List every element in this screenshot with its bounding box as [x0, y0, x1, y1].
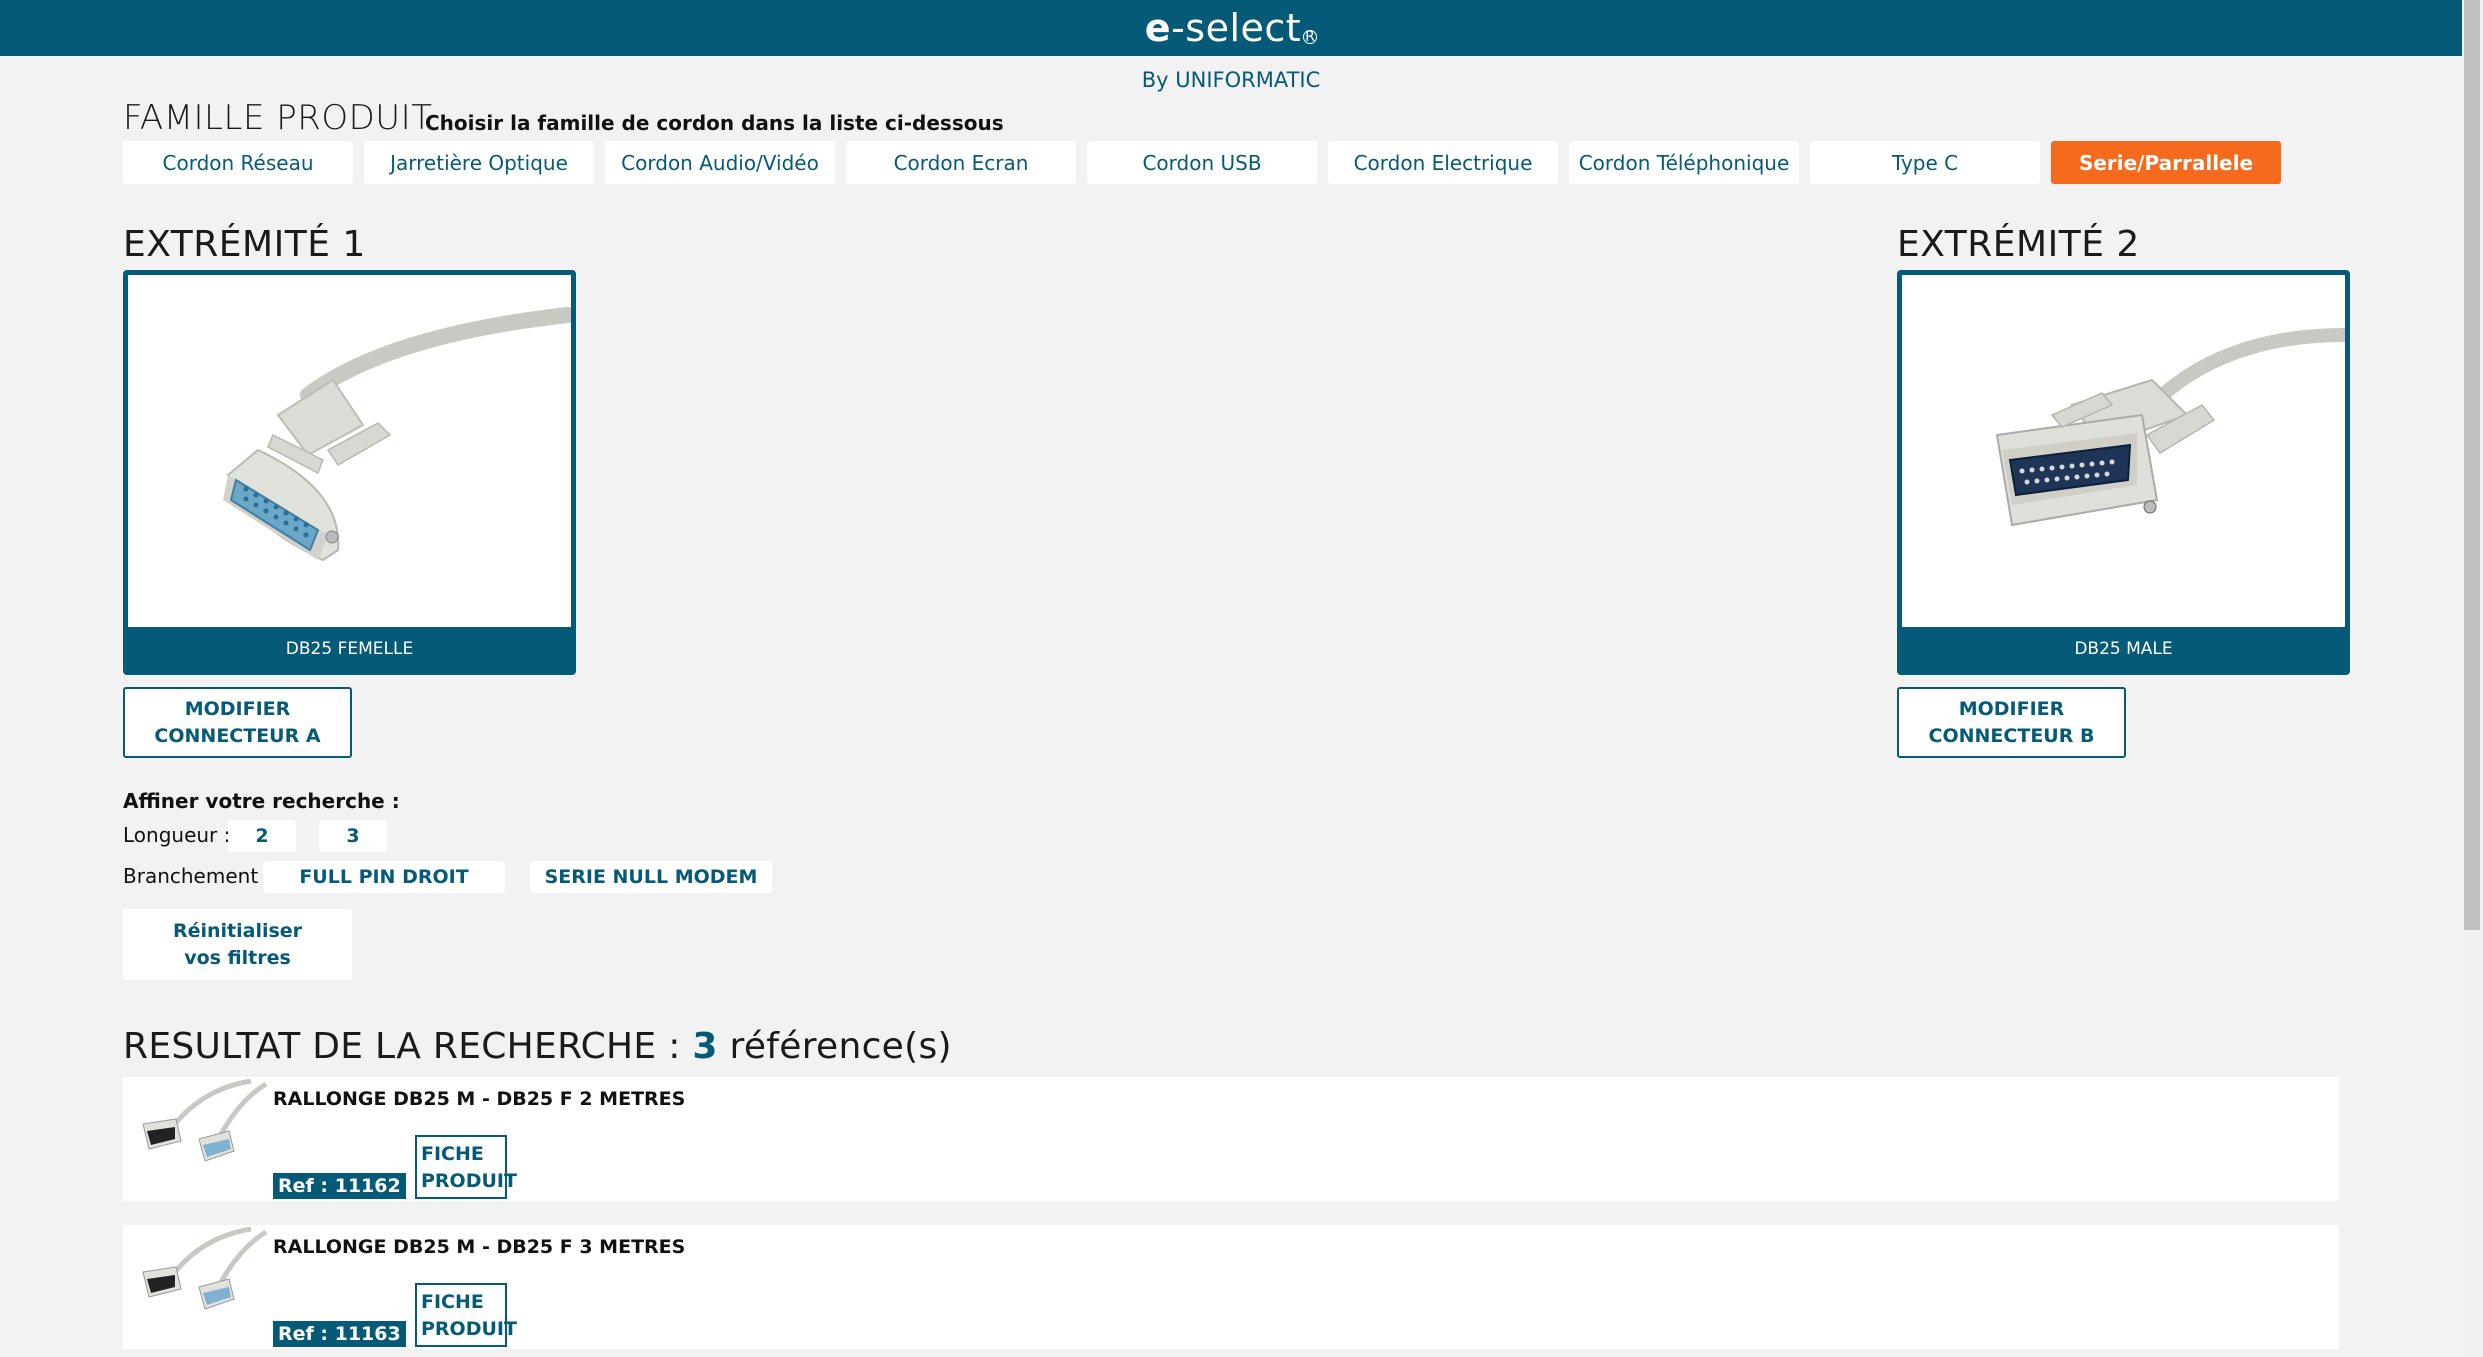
result-ref: Ref : 11162 — [273, 1173, 406, 1199]
page-scrollbar[interactable] — [2462, 0, 2483, 1357]
fiche-produit-button[interactable]: FICHE PRODUIT — [415, 1135, 517, 1199]
db25-female-connector-image — [128, 275, 571, 627]
famille-button-type-c[interactable]: Type C — [1810, 141, 2040, 184]
extremite-1-card[interactable]: DB25 FEMELLE — [123, 270, 576, 675]
extremite-2-label: DB25 MALE — [2074, 638, 2173, 659]
famille-button-telephonique[interactable]: Cordon Téléphonique — [1569, 141, 1799, 184]
modifier-connecteur-b-button[interactable]: MODIFIER CONNECTEUR B — [1897, 687, 2126, 758]
result-name: RALLONGE DB25 M - DB25 F 3 METRES — [273, 1236, 686, 1258]
branchement-option-full-pin-droit[interactable]: FULL PIN DROIT — [263, 861, 505, 893]
logo-bold: e — [1144, 6, 1172, 50]
results-title: RESULTAT DE LA RECHERCHE : 3 référence(s… — [123, 1026, 952, 1067]
famille-button-usb[interactable]: Cordon USB — [1087, 141, 1317, 184]
reset-filters-button[interactable]: Réinitialiser vos filtres — [123, 909, 352, 980]
logo[interactable]: e -select R — [1144, 6, 1318, 50]
result-ref: Ref : 11163 — [273, 1321, 406, 1347]
results-title-prefix: RESULTAT DE LA RECHERCHE : — [123, 1026, 681, 1067]
affiner-title: Affiner votre recherche : — [123, 789, 400, 813]
result-name: RALLONGE DB25 M - DB25 F 2 METRES — [273, 1088, 686, 1110]
registered-icon: R — [1303, 29, 1318, 45]
results-title-suffix: référence(s) — [729, 1026, 952, 1067]
results-count: 3 — [692, 1026, 718, 1067]
top-bar: e -select R — [0, 0, 2462, 56]
famille-button-audio-video[interactable]: Cordon Audio/Vidéo — [605, 141, 835, 184]
logo-text: -select — [1171, 6, 1302, 50]
famille-hint: Choisir la famille de cordon dans la lis… — [425, 111, 1004, 135]
extremite-1-label: DB25 FEMELLE — [285, 638, 414, 659]
famille-button-jarretiere[interactable]: Jarretière Optique — [364, 141, 594, 184]
branchement-option-serie-null-modem[interactable]: SERIE NULL MODEM — [530, 861, 772, 893]
longueur-option-2[interactable]: 2 — [228, 820, 296, 852]
famille-button-serie-parallele[interactable]: Serie/Parrallele — [2051, 141, 2281, 184]
longueur-label: Longueur : — [123, 823, 231, 847]
extremite-1-title: EXTRÉMITÉ 1 — [123, 224, 366, 265]
fiche-produit-button[interactable]: FICHE PRODUIT — [415, 1283, 517, 1347]
product-thumbnail[interactable] — [131, 1078, 271, 1169]
famille-title: FAMILLE PRODUIT — [123, 98, 433, 138]
extremite-2-title: EXTRÉMITÉ 2 — [1897, 224, 2140, 265]
byline: By UNIFORMATIC — [1141, 68, 1321, 92]
product-thumbnail[interactable] — [131, 1226, 271, 1317]
famille-button-electrique[interactable]: Cordon Electrique — [1328, 141, 1558, 184]
longueur-option-3[interactable]: 3 — [319, 820, 387, 852]
scrollbar-thumb[interactable] — [2464, 0, 2480, 930]
extremite-2-card[interactable]: DB25 MALE — [1897, 270, 2350, 675]
result-row[interactable]: RALLONGE DB25 M - DB25 F 3 METRES Ref : … — [123, 1225, 2339, 1349]
modifier-connecteur-a-button[interactable]: MODIFIER CONNECTEUR A — [123, 687, 352, 758]
famille-button-reseau[interactable]: Cordon Réseau — [123, 141, 353, 184]
famille-button-ecran[interactable]: Cordon Ecran — [846, 141, 1076, 184]
branchement-label: Branchement : — [123, 864, 272, 888]
result-row[interactable]: RALLONGE DB25 M - DB25 F 2 METRES Ref : … — [123, 1077, 2339, 1201]
db25-male-connector-image — [1902, 275, 2345, 627]
